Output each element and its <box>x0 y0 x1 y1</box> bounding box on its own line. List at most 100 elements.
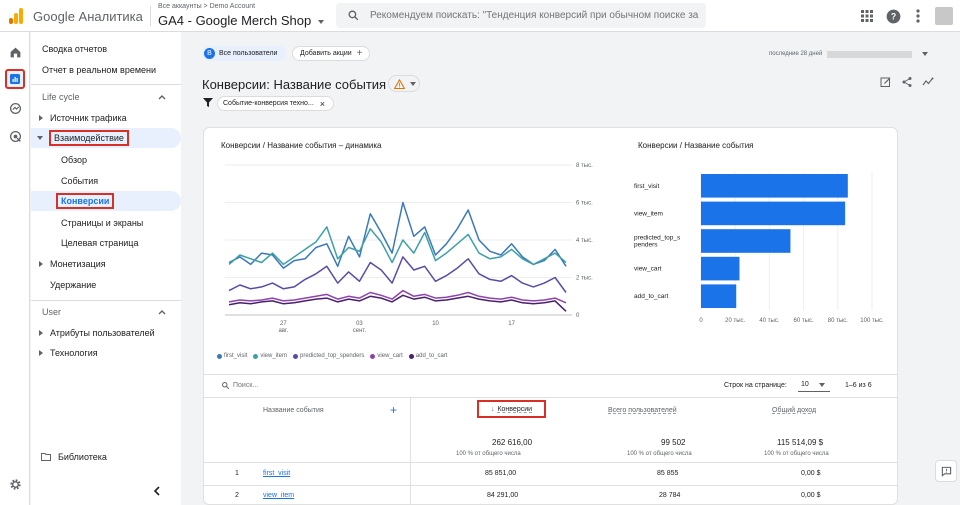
nav-overview[interactable]: Обзор <box>31 150 181 170</box>
close-icon[interactable]: × <box>320 99 325 109</box>
col-header-total-users[interactable]: Всего пользователей <box>608 407 677 414</box>
property-selector[interactable]: GA4 - Google Merch Shop <box>158 13 324 28</box>
bar-first-visit <box>701 174 848 198</box>
apps-grid-icon[interactable] <box>858 7 876 25</box>
table-row[interactable]: 1 first_visit 85 851,00 85 855 0,00 $ <box>204 463 897 485</box>
legend-first-visit[interactable]: first_visit <box>217 353 247 359</box>
x-tick-label: 27 <box>280 321 287 327</box>
nav-monetization[interactable]: Монетизация <box>31 254 181 274</box>
legend-swatch <box>217 353 222 359</box>
legend-view-cart[interactable]: view_cart <box>370 353 403 359</box>
divider <box>204 397 897 398</box>
event-link-view-item[interactable]: view_item <box>263 492 294 499</box>
more-vert-icon[interactable] <box>909 7 927 25</box>
avatar[interactable] <box>935 7 953 25</box>
category-label: first_visit <box>634 183 659 190</box>
chevron-up-icon <box>158 310 166 315</box>
nav-technology[interactable]: Технология <box>31 343 181 363</box>
y-tick-label: 0 <box>576 313 580 319</box>
collapse-chevron-left-icon[interactable] <box>153 486 161 496</box>
chevron-up-icon <box>158 95 166 100</box>
add-dimension-plus-icon[interactable]: + <box>390 403 397 417</box>
explore-icon[interactable] <box>5 98 25 118</box>
nav-traffic-source[interactable]: Источник трафика <box>31 108 181 128</box>
legend-add-to-cart[interactable]: add_to_cart <box>408 353 447 359</box>
y-tick-label: 4 тыс. <box>576 238 593 244</box>
app-name: Google Аналитика <box>33 9 143 24</box>
total-conversions: 262 616,00 <box>492 438 533 447</box>
nav-realtime[interactable]: Отчет в реальном времени <box>31 60 181 80</box>
x-tick-label: 100 тыс. <box>860 318 884 324</box>
legend-swatch <box>253 353 259 359</box>
search-icon <box>348 10 359 21</box>
legend-swatch <box>370 353 376 359</box>
nav-user-attributes[interactable]: Атрибуты пользователей <box>31 323 181 343</box>
line-chart-title: Конверсии / Название события – динамика <box>221 141 382 150</box>
title-warning-chip[interactable] <box>388 75 420 92</box>
line-chart: 8 тыс. 6 тыс. 4 тыс. 2 тыс. 0 27авг. 03сент. 10… <box>225 163 593 334</box>
table-row[interactable]: 2 view_item 84 291,00 28 784 0,00 $ <box>204 486 897 505</box>
account-breadcrumb[interactable]: Все аккаунты > Demo Account <box>158 3 255 10</box>
x-tick-sublabel: сент. <box>353 328 367 334</box>
nav-landing-page[interactable]: Целевая страница <box>31 233 181 253</box>
legend-predicted-top-spenders[interactable]: predicted_top_spenders <box>293 353 364 359</box>
series-line-view-item <box>228 226 567 266</box>
total-users: 99 502 <box>661 438 686 447</box>
bar-chart-title: Конверсии / Название события <box>638 141 754 150</box>
search-box[interactable] <box>336 3 706 28</box>
add-comparison-button[interactable]: Добавить акции + <box>292 46 370 61</box>
nav-events[interactable]: События <box>31 171 181 191</box>
caret-down-icon <box>818 382 825 387</box>
date-range-selector[interactable]: последние 28 дней <box>769 47 937 61</box>
caret-down-icon <box>410 81 416 86</box>
nav-reports-snapshot[interactable]: Сводка отчетов <box>31 39 181 59</box>
nav-engagement[interactable]: Взаимодействие <box>31 128 181 148</box>
y-tick-label: 6 тыс. <box>576 201 593 207</box>
event-link-first-visit[interactable]: first_visit <box>263 470 290 477</box>
share-icon[interactable] <box>901 76 913 88</box>
nav-pages-screens[interactable]: Страницы и экраны <box>31 213 181 233</box>
nav-conversions[interactable]: Конверсии <box>31 191 181 211</box>
reports-icon[interactable] <box>5 69 25 89</box>
nav-section-lifecycle[interactable]: Life cycle <box>31 87 181 107</box>
col-header-conversions[interactable]: ↓ Конверсии <box>477 400 546 418</box>
settings-gear-icon[interactable] <box>5 474 25 494</box>
segment-chip[interactable]: B Все пользователи <box>202 46 286 61</box>
nav-retention[interactable]: Удержание <box>31 275 181 295</box>
category-label: view_item <box>634 210 663 217</box>
legend-view-item[interactable]: view_item <box>253 353 287 359</box>
home-icon[interactable] <box>5 42 25 62</box>
nav-section-user[interactable]: User <box>31 302 181 322</box>
advertising-icon[interactable] <box>5 126 25 146</box>
series-line-predicted-top-spenders <box>228 256 567 293</box>
legend-swatch <box>408 353 414 359</box>
x-tick-label: 40 тыс. <box>759 318 779 324</box>
arrow-down-icon: ↓ <box>490 405 495 413</box>
help-icon[interactable]: ? <box>884 7 902 25</box>
category-label: penders <box>634 242 658 249</box>
table-search-input[interactable] <box>233 379 383 392</box>
feedback-button[interactable] <box>935 460 957 482</box>
chevron-down-icon <box>37 136 43 140</box>
divider <box>31 300 181 301</box>
rows-per-page-label: Строк на странице: <box>724 382 787 389</box>
filter-chip[interactable]: Событие-конверсия техно... × <box>217 96 334 111</box>
y-tick-label: 8 тыс. <box>576 163 593 169</box>
col-header-total-revenue[interactable]: Общий доход <box>772 407 816 414</box>
bar-add-to-cart <box>701 284 737 308</box>
filter-icon[interactable] <box>203 98 213 107</box>
line-chart-legend: first_visit view_item predicted_top_spen… <box>217 353 447 359</box>
bar-view-cart <box>701 256 740 281</box>
caret-down-icon <box>317 19 324 24</box>
chevron-right-icon <box>39 350 43 356</box>
insights-icon[interactable] <box>922 76 935 88</box>
edit-report-icon[interactable] <box>880 76 892 88</box>
rows-per-page-select[interactable]: 10 <box>798 378 830 392</box>
nav-library[interactable]: Библиотека <box>31 447 181 467</box>
search-input[interactable] <box>370 6 700 25</box>
segment-badge: B <box>204 48 215 59</box>
col-header-event-name[interactable]: Название события <box>263 407 324 414</box>
table-search-icon <box>222 382 230 390</box>
x-tick-label: 60 тыс. <box>794 318 814 324</box>
report-card: Конверсии / Название события – динамика … <box>203 127 898 505</box>
